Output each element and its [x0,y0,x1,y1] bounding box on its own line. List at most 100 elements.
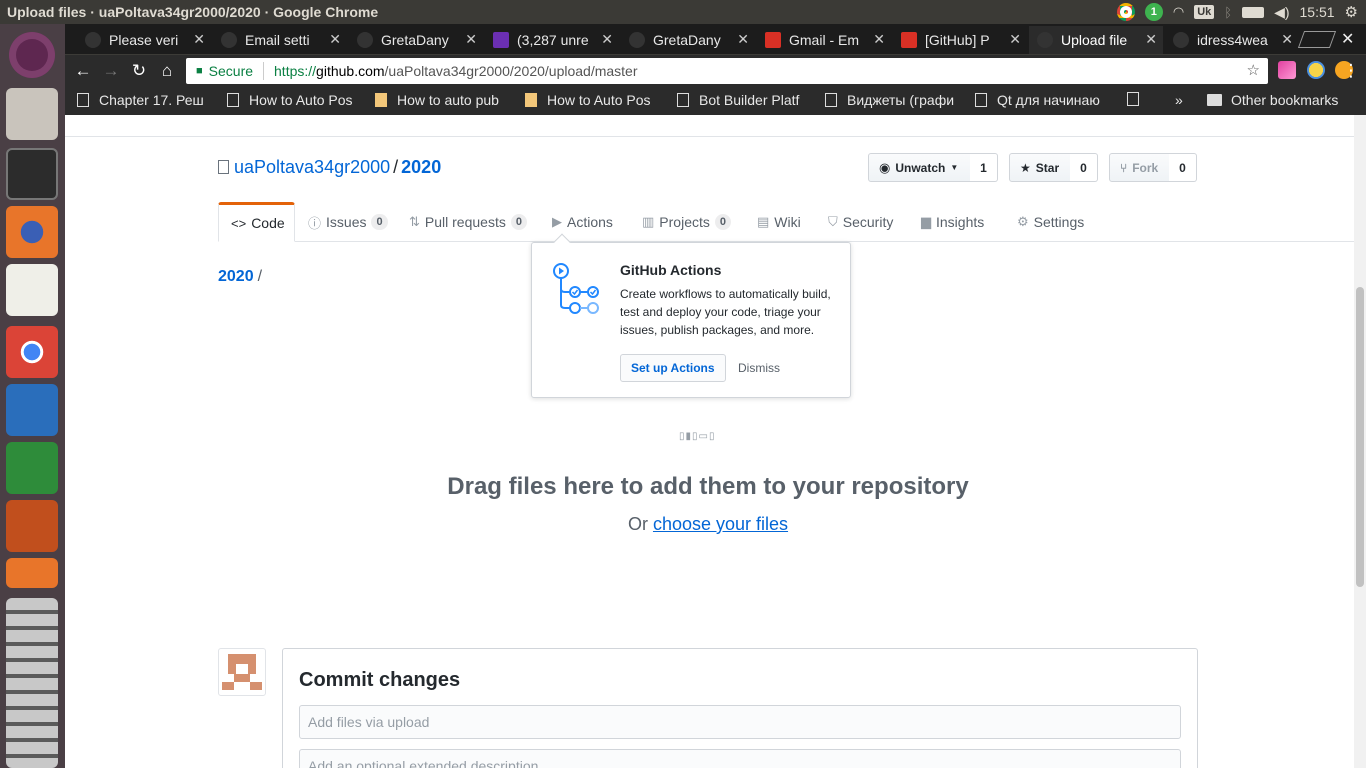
settings-gear-icon[interactable]: ⚙ [1345,3,1358,21]
dismiss-button[interactable]: Dismiss [738,361,780,375]
bookmark-item[interactable]: How to auto pub [375,92,515,108]
scrollbar-thumb[interactable] [1356,287,1364,587]
github-page: uaPoltava34gr2000/2020 ◉ Unwatch ▼ 1 ★ Star… [65,115,1354,768]
issue-icon: ⓘ [308,215,322,231]
browser-tab-active[interactable]: Upload file ✕ [1029,26,1163,54]
bookmark-item[interactable]: Chapter 17. Реш [77,92,217,108]
tab-security[interactable]: ⛉ Security [828,202,893,242]
browser-tab[interactable]: GretaDany ✕ [349,26,483,54]
close-tab-icon[interactable]: ✕ [737,31,749,48]
clock[interactable]: 15:51 [1300,4,1335,20]
shield-icon: ⛉ [828,214,838,229]
firefox-icon[interactable] [6,206,58,258]
bluetooth-icon[interactable]: ᛒ [1224,5,1232,20]
chrome-menu-icon[interactable]: ⋮ [1341,61,1361,81]
close-tab-icon[interactable]: ✕ [465,31,477,48]
unwatch-button[interactable]: ◉ Unwatch ▼ [868,153,971,182]
tab-wiki[interactable]: ▤ Wiki [757,202,801,242]
browser-tab[interactable]: Please veri ✕ [77,26,211,54]
watchers-count[interactable]: 1 [970,153,998,182]
other-bookmarks[interactable]: Other bookmarks [1207,92,1338,108]
caret-down-icon: ▼ [950,163,959,172]
avatar[interactable] [218,648,266,696]
tab-projects[interactable]: ▥ Projects 0 [642,202,731,242]
set-up-actions-button[interactable]: Set up Actions [620,354,726,382]
new-tab-button[interactable] [1297,31,1337,48]
commit-summary-input[interactable]: Add files via upload [299,705,1181,739]
text-editor-icon[interactable] [6,264,58,316]
stacked-windows-icon[interactable] [6,598,58,768]
bookmark-item[interactable]: Qt для начинаю [975,92,1115,108]
libreoffice-writer-icon[interactable] [6,384,58,436]
forward-arrow-icon[interactable]: → [101,61,121,81]
ubuntu-dash-icon[interactable] [9,32,55,78]
repo-nav: <> Code ⓘ Issues 0 ⇅ Pull requests 0 ▶ Actions… [218,202,1354,242]
browser-tab[interactable]: GretaDany ✕ [621,26,755,54]
close-tab-icon[interactable]: ✕ [873,31,885,48]
page-scrollbar[interactable] [1354,115,1366,768]
bookmark-item[interactable] [1127,92,1147,106]
extension-face-icon[interactable] [1307,61,1325,79]
breadcrumb-repo-link[interactable]: 2020 [218,268,254,285]
browser-toolbar: ← → ↻ ⌂ ■ Secure https://github.com/uaPo… [65,55,1366,87]
keyboard-layout-indicator[interactable]: Uk [1194,5,1215,19]
star-button[interactable]: ★ Star [1009,153,1071,182]
close-tab-icon[interactable]: ✕ [1009,31,1021,48]
stars-count[interactable]: 0 [1070,153,1098,182]
libreoffice-calc-icon[interactable] [6,442,58,494]
bookmarks-overflow-icon[interactable]: » [1175,92,1183,108]
browser-tab[interactable]: [GitHub] P ✕ [893,26,1027,54]
tab-issues[interactable]: ⓘ Issues 0 [308,202,388,242]
commit-description-input[interactable]: Add an optional extended description... [299,749,1181,768]
home-icon[interactable]: ⌂ [157,61,177,81]
chrome-tray-icon[interactable] [1116,3,1135,21]
browser-tab[interactable]: Email setti ✕ [213,26,347,54]
volume-icon[interactable]: ◀) [1274,4,1289,21]
repo-icon [218,160,229,174]
close-tab-icon[interactable]: ✕ [1281,31,1293,48]
url-host: github.com [316,63,385,79]
bookmark-item[interactable]: How to Auto Pos [227,92,367,108]
tab-pull-requests[interactable]: ⇅ Pull requests 0 [409,202,527,242]
wifi-icon[interactable]: ◠ [1173,4,1184,20]
code-icon: <> [231,215,247,231]
battery-icon[interactable] [1242,6,1265,18]
close-tab-icon[interactable]: ✕ [329,31,341,48]
browser-tab[interactable]: (3,287 unre ✕ [485,26,619,54]
repo-name-link[interactable]: 2020 [401,157,441,177]
back-arrow-icon[interactable]: ← [73,61,93,81]
window-close-icon[interactable]: ✕ [1341,29,1354,49]
notification-badge[interactable]: 1 [1144,3,1163,21]
tab-code[interactable]: <> Code [218,202,295,242]
popover-title: GitHub Actions [620,262,722,278]
files-cabinet-icon[interactable] [6,88,58,140]
browser-tab[interactable]: Gmail - Em ✕ [757,26,891,54]
url-path: /uaPoltava34gr2000/2020/upload/master [384,63,638,79]
amazon-icon[interactable] [6,558,58,588]
repo-owner-link[interactable]: uaPoltava34gr2000 [234,157,390,177]
graph-icon: ▆ [921,214,931,229]
libreoffice-impress-icon[interactable] [6,500,58,552]
tab-settings[interactable]: ⚙ Settings [1017,202,1084,242]
address-bar[interactable]: ■ Secure https://github.com/uaPoltava34g… [186,58,1268,84]
chrome-launcher-icon[interactable] [6,326,58,378]
bookmark-item[interactable]: Bot Builder Platf [677,92,817,108]
browser-tab[interactable]: idress4wea ✕ [1165,26,1299,54]
reload-icon[interactable]: ↻ [129,61,149,81]
close-tab-icon[interactable]: ✕ [193,31,205,48]
terminal-icon[interactable] [6,148,58,200]
bookmark-item[interactable]: How to Auto Pos [525,92,665,108]
page-icon [227,93,239,107]
identicon-icon [222,654,262,690]
tab-insights[interactable]: ▆ Insights [921,202,984,242]
extension-pink-icon[interactable] [1278,61,1296,79]
close-tab-icon[interactable]: ✕ [1145,31,1157,48]
bot-favicon-icon [525,93,537,107]
bookmark-item[interactable]: Виджеты (графи [825,92,965,108]
github-icon [1037,32,1053,48]
forks-count[interactable]: 0 [1169,153,1197,182]
close-tab-icon[interactable]: ✕ [601,31,613,48]
bookmark-star-icon[interactable]: ☆ [1247,61,1260,79]
unity-launcher [0,24,65,768]
choose-your-files-link[interactable]: choose your files [653,514,788,534]
